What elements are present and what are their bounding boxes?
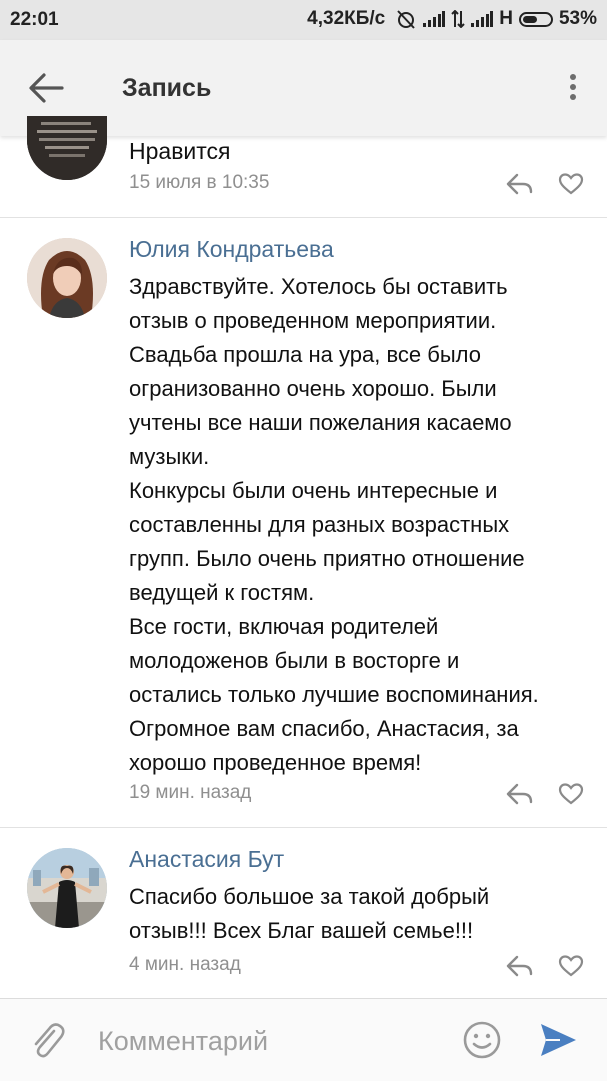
avatar[interactable] <box>27 238 107 318</box>
avatar-image <box>27 848 107 928</box>
smile-icon[interactable] <box>462 1020 502 1060</box>
avatar-image <box>27 116 107 180</box>
alarm-off-icon <box>397 10 415 29</box>
comment-input[interactable] <box>96 1019 450 1063</box>
signal-icon <box>423 11 446 27</box>
send-icon[interactable] <box>538 1020 578 1060</box>
more-vertical-icon[interactable] <box>561 70 585 106</box>
comment-item: Юлия Кондратьева Здравствуйте. Хотелось … <box>0 236 607 826</box>
reply-icon[interactable] <box>505 954 535 978</box>
avatar[interactable] <box>27 848 107 928</box>
comment-time: 19 мин. назад <box>129 782 252 803</box>
status-icons: 4,32КБ/с H 53% <box>307 8 597 30</box>
avatar-image <box>27 238 107 318</box>
arrow-left-icon[interactable] <box>26 70 66 106</box>
data-transfer-icon <box>451 10 465 28</box>
avatar[interactable] <box>27 116 107 180</box>
comment-text: Нравится <box>129 138 231 164</box>
heart-icon[interactable] <box>558 782 584 806</box>
status-time: 22:01 <box>10 9 59 30</box>
comment-author[interactable]: Анастасия Бут <box>129 846 284 873</box>
battery-percent: 53% <box>558 8 597 29</box>
comment-item: Анастасия Бут Спасибо большое за такой д… <box>0 846 607 986</box>
reply-icon[interactable] <box>505 172 535 196</box>
page-title: Запись <box>122 74 212 102</box>
heart-icon[interactable] <box>558 954 584 978</box>
status-bar: 22:01 4,32КБ/с H 53% <box>0 0 607 40</box>
comment-time: 15 июля в 10:35 <box>129 172 270 193</box>
divider <box>0 217 607 218</box>
network-type: H <box>499 8 513 29</box>
network-speed: 4,32КБ/с <box>307 8 386 29</box>
comment-text: Здравствуйте. Хотелось бы оставить отзыв… <box>129 274 539 775</box>
signal-icon-2 <box>471 11 494 27</box>
comment-item: Нравится 15 июля в 10:35 <box>0 116 607 216</box>
comment-input-bar <box>0 998 607 1081</box>
divider <box>0 827 607 828</box>
paperclip-icon[interactable] <box>30 1021 66 1061</box>
comment-author[interactable]: Юлия Кондратьева <box>129 236 334 263</box>
battery-icon <box>518 11 553 27</box>
comment-time: 4 мин. назад <box>129 954 241 975</box>
heart-icon[interactable] <box>558 172 584 196</box>
reply-icon[interactable] <box>505 782 535 806</box>
comment-text: Спасибо большое за такой добрый отзыв!!!… <box>129 884 490 943</box>
